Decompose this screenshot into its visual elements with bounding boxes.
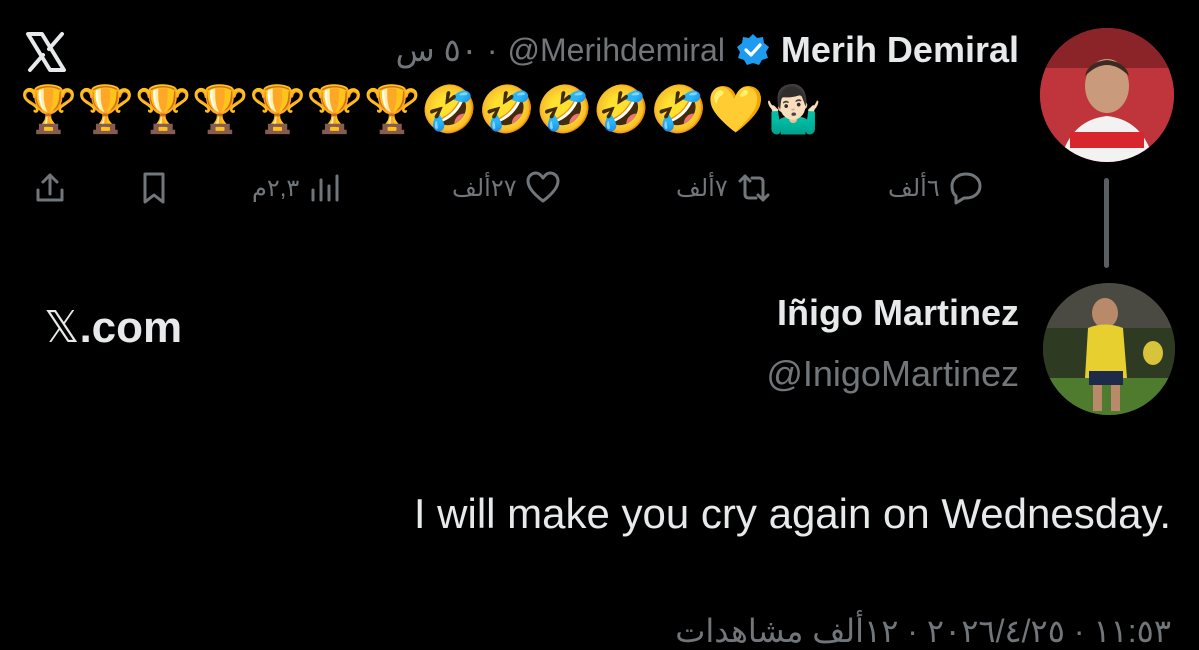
tweet-header: ٥٠ س · @Merihdemiral Merih Demiral (396, 28, 1019, 72)
avatar[interactable] (1040, 28, 1174, 162)
x-logo-icon[interactable] (22, 28, 70, 76)
bookmark-icon (143, 172, 165, 204)
tweet-author-name[interactable]: Merih Demiral (781, 29, 1019, 71)
likes-count: ٢٧ألف (452, 174, 517, 202)
verified-badge-icon (735, 32, 771, 68)
like-button[interactable]: ٢٧ألف (452, 160, 563, 216)
tweet-author-handle[interactable]: @Merihdemiral (508, 32, 725, 69)
quoted-footer: ١١:٥٣ · ٢٠٢٦/٤/٢٥ · ١٢ألف مشاهدات (675, 613, 1171, 649)
thread-connector (1104, 178, 1109, 268)
quoted-author-name[interactable]: Iñigo Martinez (777, 292, 1019, 334)
views-count: ٢,٣م (252, 174, 300, 202)
reply-button[interactable]: ٦ألف (888, 160, 986, 216)
bookmark-button[interactable] (134, 160, 174, 216)
share-button[interactable] (30, 160, 70, 216)
quoted-avatar[interactable] (1043, 283, 1175, 415)
tweet-action-bar: ٢,٣م ٢٧ألف ٧ألف ٦ألف (20, 160, 1030, 216)
x-mark-icon: 𝕏 (44, 302, 80, 353)
repost-button[interactable]: ٧ألف (676, 160, 774, 216)
views-chart-icon (311, 174, 339, 202)
reply-bubble-icon (950, 172, 982, 205)
views-stat[interactable]: ٢,٣م (252, 160, 345, 216)
tweet-text: 🏆🏆🏆🏆🏆🏆🏆🤣🤣🤣🤣🤣💛🤷🏻‍♂️ (20, 82, 822, 136)
site-label: 𝕏.com (44, 302, 182, 353)
share-icon (36, 173, 64, 202)
reposts-count: ٧ألف (676, 174, 728, 202)
replies-count: ٦ألف (888, 174, 940, 202)
heart-icon (526, 171, 560, 203)
tweet-time: ٥٠ س · (395, 32, 498, 68)
site-domain: .com (79, 303, 183, 352)
repost-icon (738, 174, 770, 202)
quoted-author-handle[interactable]: @InigoMartinez (766, 353, 1019, 395)
quoted-text: I will make you cry again on Wednesday. (413, 490, 1171, 537)
